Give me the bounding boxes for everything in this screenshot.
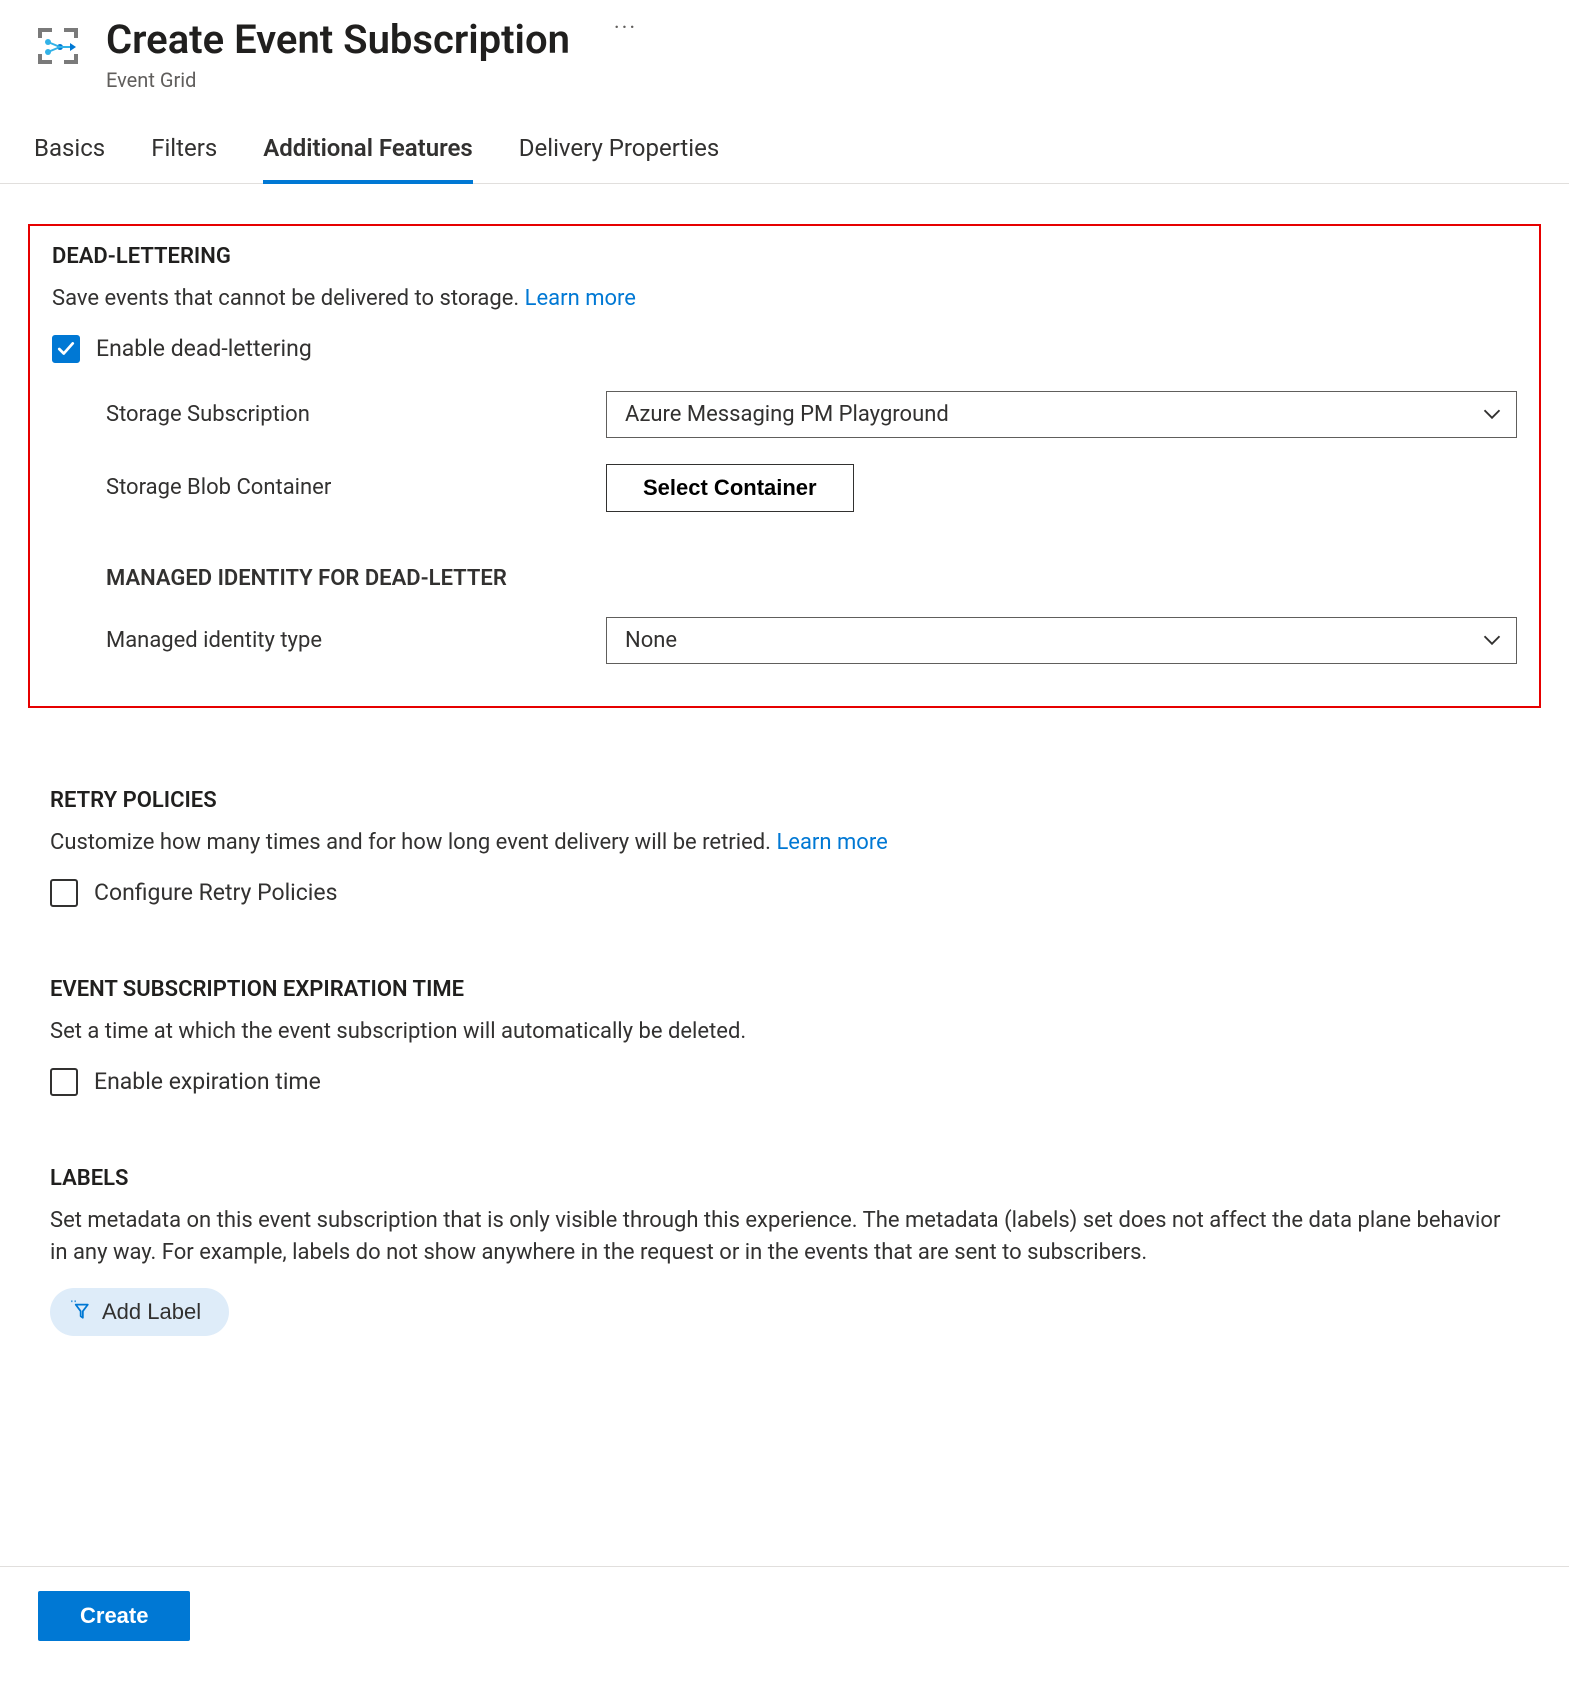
configure-retry-label: Configure Retry Policies [94, 879, 337, 906]
retry-policies-desc: Customize how many times and for how lon… [50, 827, 1519, 859]
event-grid-icon [34, 22, 82, 70]
more-icon[interactable]: ··· [614, 16, 637, 41]
add-label-button[interactable]: Add Label [50, 1288, 229, 1336]
expiration-desc: Set a time at which the event subscripti… [50, 1016, 1519, 1048]
managed-identity-type-select[interactable]: None [606, 617, 1517, 664]
managed-identity-heading: MANAGED IDENTITY FOR DEAD-LETTER [106, 566, 1517, 591]
expiration-heading: EVENT SUBSCRIPTION EXPIRATION TIME [50, 977, 1519, 1002]
dead-lettering-heading: DEAD-LETTERING [52, 244, 1517, 269]
tab-bar: Basics Filters Additional Features Deliv… [0, 120, 1569, 184]
retry-policies-desc-text: Customize how many times and for how lon… [50, 830, 776, 855]
retry-policies-section: RETRY POLICIES Customize how many times … [28, 788, 1541, 907]
storage-blob-container-label: Storage Blob Container [106, 475, 606, 500]
chevron-down-icon [1482, 404, 1502, 424]
managed-identity-type-value: None [625, 628, 677, 653]
enable-expiration-checkbox[interactable] [50, 1068, 78, 1096]
labels-heading: LABELS [50, 1166, 1519, 1191]
page-header: Create Event Subscription ··· Event Grid [0, 0, 1569, 100]
configure-retry-checkbox[interactable] [50, 879, 78, 907]
dead-lettering-section: DEAD-LETTERING Save events that cannot b… [28, 224, 1541, 708]
add-filter-icon [68, 1298, 90, 1326]
storage-subscription-select[interactable]: Azure Messaging PM Playground [606, 391, 1517, 438]
tab-additional-features[interactable]: Additional Features [263, 120, 473, 184]
retry-policies-heading: RETRY POLICIES [50, 788, 1519, 813]
storage-subscription-value: Azure Messaging PM Playground [625, 402, 949, 427]
tab-basics[interactable]: Basics [34, 120, 105, 184]
chevron-down-icon [1482, 630, 1502, 650]
select-container-button[interactable]: Select Container [606, 464, 854, 512]
dead-lettering-desc-text: Save events that cannot be delivered to … [52, 286, 525, 311]
enable-dead-lettering-checkbox[interactable] [52, 335, 80, 363]
tab-delivery-properties[interactable]: Delivery Properties [519, 120, 719, 184]
tab-filters[interactable]: Filters [151, 120, 217, 184]
enable-dead-lettering-label: Enable dead-lettering [96, 335, 312, 362]
expiration-section: EVENT SUBSCRIPTION EXPIRATION TIME Set a… [28, 977, 1541, 1096]
page-subtitle: Event Grid [106, 68, 1535, 92]
page-title: Create Event Subscription [106, 16, 570, 64]
enable-expiration-label: Enable expiration time [94, 1068, 321, 1095]
dead-lettering-desc: Save events that cannot be delivered to … [52, 283, 1517, 315]
storage-subscription-label: Storage Subscription [106, 402, 606, 427]
labels-desc: Set metadata on this event subscription … [50, 1205, 1519, 1269]
managed-identity-type-label: Managed identity type [106, 628, 606, 653]
footer-bar: Create [0, 1566, 1569, 1683]
add-label-text: Add Label [102, 1299, 201, 1325]
create-button[interactable]: Create [38, 1591, 190, 1641]
labels-section: LABELS Set metadata on this event subscr… [28, 1166, 1541, 1337]
retry-learn-more-link[interactable]: Learn more [776, 830, 887, 855]
dead-lettering-learn-more-link[interactable]: Learn more [525, 286, 636, 311]
